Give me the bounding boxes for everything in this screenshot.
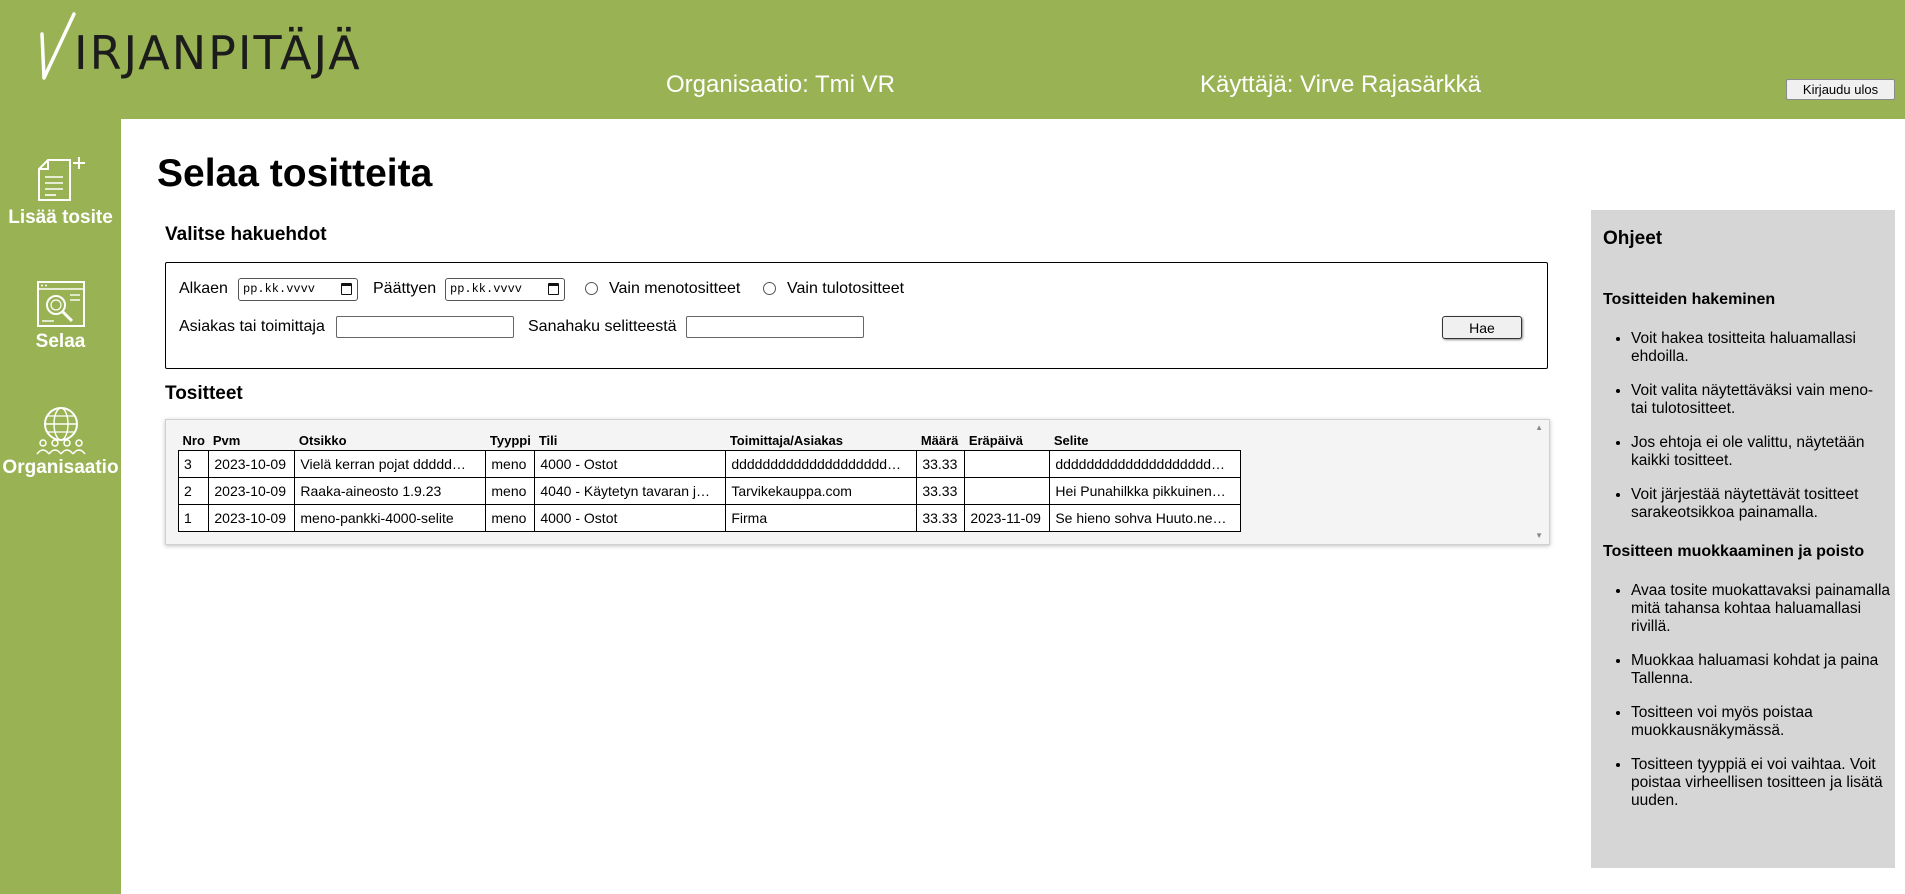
table-cell: meno [485, 503, 536, 532]
results-table: Nro Pvm Otsikko Tyyppi Tili Toimittaja/A… [177, 432, 1242, 532]
table-cell: Firma [725, 503, 918, 532]
table-header-row: Nro Pvm Otsikko Tyyppi Tili Toimittaja/A… [179, 432, 1241, 450]
table-row[interactable]: 3 2023-10-09 Vielä kerran pojat ddddd… m… [177, 449, 1242, 478]
help-list: Voit hakea tositteita haluamallasi ehdoi… [1603, 330, 1893, 538]
help-list-item: Muokkaa haluamasi kohdat ja paina Tallen… [1631, 652, 1893, 688]
main-content: Selaa tositteita Valitse hakuehdot Alkae… [121, 119, 1591, 894]
table-cell: 2023-10-09 [208, 503, 296, 532]
search-button[interactable]: Hae [1442, 316, 1522, 339]
column-header-maara[interactable]: Määrä [917, 432, 965, 450]
column-header-erapaiva[interactable]: Eräpäivä [965, 432, 1050, 450]
help-list-item: Tositteen voi myös poistaa muokkausnäkym… [1631, 704, 1893, 740]
browse-search-icon [36, 281, 85, 327]
sidebar-item-label: Organisaatio [2, 457, 119, 478]
table-cell: meno-pankki-4000-selite [294, 503, 487, 532]
table-cell: Tarvikekauppa.com [725, 476, 918, 505]
text-search-label: Sanahaku selitteestä [528, 318, 677, 335]
table-cell: 4040 - Käytetyn tavaran j… [534, 476, 727, 505]
scroll-up-arrow-icon[interactable]: ▲ [1535, 424, 1543, 432]
column-header-toimittaja[interactable]: Toimittaja/Asiakas [726, 432, 917, 450]
table-cell: 33.33 [916, 476, 966, 505]
only-expenses-radio[interactable] [585, 282, 598, 295]
table-cell: 33.33 [916, 503, 966, 532]
table-cell: 2023-11-09 [964, 503, 1051, 532]
sidebar-item-browse[interactable]: Selaa [0, 279, 121, 353]
table-cell: meno [485, 449, 536, 478]
text-search-input[interactable] [686, 316, 864, 338]
end-date-label: Päättyen [373, 280, 437, 297]
end-date-placeholder: pp.kk.vvvv [450, 282, 523, 296]
sidebar: Lisää tosite Selaa Organisaatio [0, 119, 121, 894]
help-list-item: Avaa tosite muokattavaksi painamalla mit… [1631, 582, 1893, 636]
start-date-label: Alkaen [179, 280, 228, 297]
results-heading: Tositteet [165, 383, 243, 404]
column-header-otsikko[interactable]: Otsikko [295, 432, 486, 450]
help-list-item: Voit valita näytettäväksi vain meno- tai… [1631, 382, 1893, 418]
table-cell: 1 [177, 503, 210, 532]
organization-globe-icon [35, 407, 86, 455]
sidebar-item-add-document[interactable]: Lisää tosite [0, 155, 121, 229]
search-filters-panel: Alkaen pp.kk.vvvv Päättyen pp.kk.vvvv Va… [165, 262, 1548, 369]
table-cell [964, 476, 1051, 505]
column-header-tyyppi[interactable]: Tyyppi [486, 432, 535, 450]
sidebar-item-label: Selaa [35, 331, 86, 352]
sidebar-item-label: Lisää tosite [8, 207, 113, 228]
table-cell: 2023-10-09 [208, 476, 296, 505]
table-cell: dddddddddddddddddddd… [1049, 449, 1242, 478]
filters-heading: Valitse hakuehdot [165, 224, 327, 245]
table-row[interactable]: 2 2023-10-09 Raaka-aineosto 1.9.23 meno … [177, 476, 1242, 505]
table-cell: Vielä kerran pojat ddddd… [294, 449, 487, 478]
help-list-item: Voit järjestää näytettävät tositteet sar… [1631, 486, 1893, 522]
only-expenses-label[interactable]: Vain menotositteet [609, 280, 740, 298]
help-panel: Ohjeet Tositteiden hakeminen Voit hakea … [1591, 210, 1895, 868]
help-list: Avaa tosite muokattavaksi painamalla mit… [1603, 582, 1893, 826]
table-cell: 33.33 [916, 449, 966, 478]
help-section-heading: Tositteiden hakeminen [1603, 291, 1776, 308]
logo-wordmark: IRJANPITÄJÄ [74, 26, 362, 80]
logout-button[interactable]: Kirjaudu ulos [1786, 79, 1895, 100]
results-table-container[interactable]: Nro Pvm Otsikko Tyyppi Tili Toimittaja/A… [165, 419, 1550, 545]
calendar-icon [548, 283, 559, 295]
table-cell: Raaka-aineosto 1.9.23 [294, 476, 487, 505]
column-header-tili[interactable]: Tili [535, 432, 726, 450]
table-cell: 4000 - Ostot [534, 503, 727, 532]
app-header: IRJANPITÄJÄ Organisaatio: Tmi VR Käyttäj… [0, 0, 1905, 119]
sidebar-item-organization[interactable]: Organisaatio [0, 405, 121, 479]
table-cell: 4000 - Ostot [534, 449, 727, 478]
help-list-item: Voit hakea tositteita haluamallasi ehdoi… [1631, 330, 1893, 366]
customer-input[interactable] [336, 316, 514, 338]
only-income-label[interactable]: Vain tulotositteet [787, 280, 904, 298]
scroll-down-arrow-icon[interactable]: ▼ [1535, 532, 1543, 540]
add-document-icon [37, 157, 85, 201]
table-cell: 2023-10-09 [208, 449, 296, 478]
table-cell: meno [485, 476, 536, 505]
help-title: Ohjeet [1603, 228, 1663, 249]
start-date-input[interactable]: pp.kk.vvvv [238, 278, 358, 301]
organization-label: Organisaatio: Tmi VR [666, 71, 895, 98]
table-cell: dddddddddddddddddddd… [725, 449, 918, 478]
column-header-nro[interactable]: Nro [179, 432, 209, 450]
column-header-pvm[interactable]: Pvm [209, 432, 295, 450]
only-income-radio[interactable] [763, 282, 776, 295]
calendar-icon [341, 283, 352, 295]
table-cell: Hei Punahilkka pikkuinen… [1049, 476, 1242, 505]
help-section-heading: Tositteen muokkaaminen ja poisto [1603, 543, 1865, 560]
help-list-item: Tositteen tyyppiä ei voi vaihtaa. Voit p… [1631, 756, 1893, 810]
column-header-selite[interactable]: Selite [1050, 432, 1241, 450]
table-cell: 3 [177, 449, 210, 478]
customer-label: Asiakas tai toimittaja [179, 318, 325, 335]
help-list-item: Jos ehtoja ei ole valittu, näytetään kai… [1631, 434, 1893, 470]
page-title: Selaa tositteita [157, 152, 433, 195]
table-cell [964, 449, 1051, 478]
end-date-input[interactable]: pp.kk.vvvv [445, 278, 565, 301]
table-cell: Se hieno sohva Huuto.ne… [1049, 503, 1242, 532]
table-row[interactable]: 1 2023-10-09 meno-pankki-4000-selite men… [177, 503, 1242, 532]
start-date-placeholder: pp.kk.vvvv [243, 282, 316, 296]
table-cell: 2 [177, 476, 210, 505]
user-label: Käyttäjä: Virve Rajasärkkä [1200, 71, 1482, 98]
